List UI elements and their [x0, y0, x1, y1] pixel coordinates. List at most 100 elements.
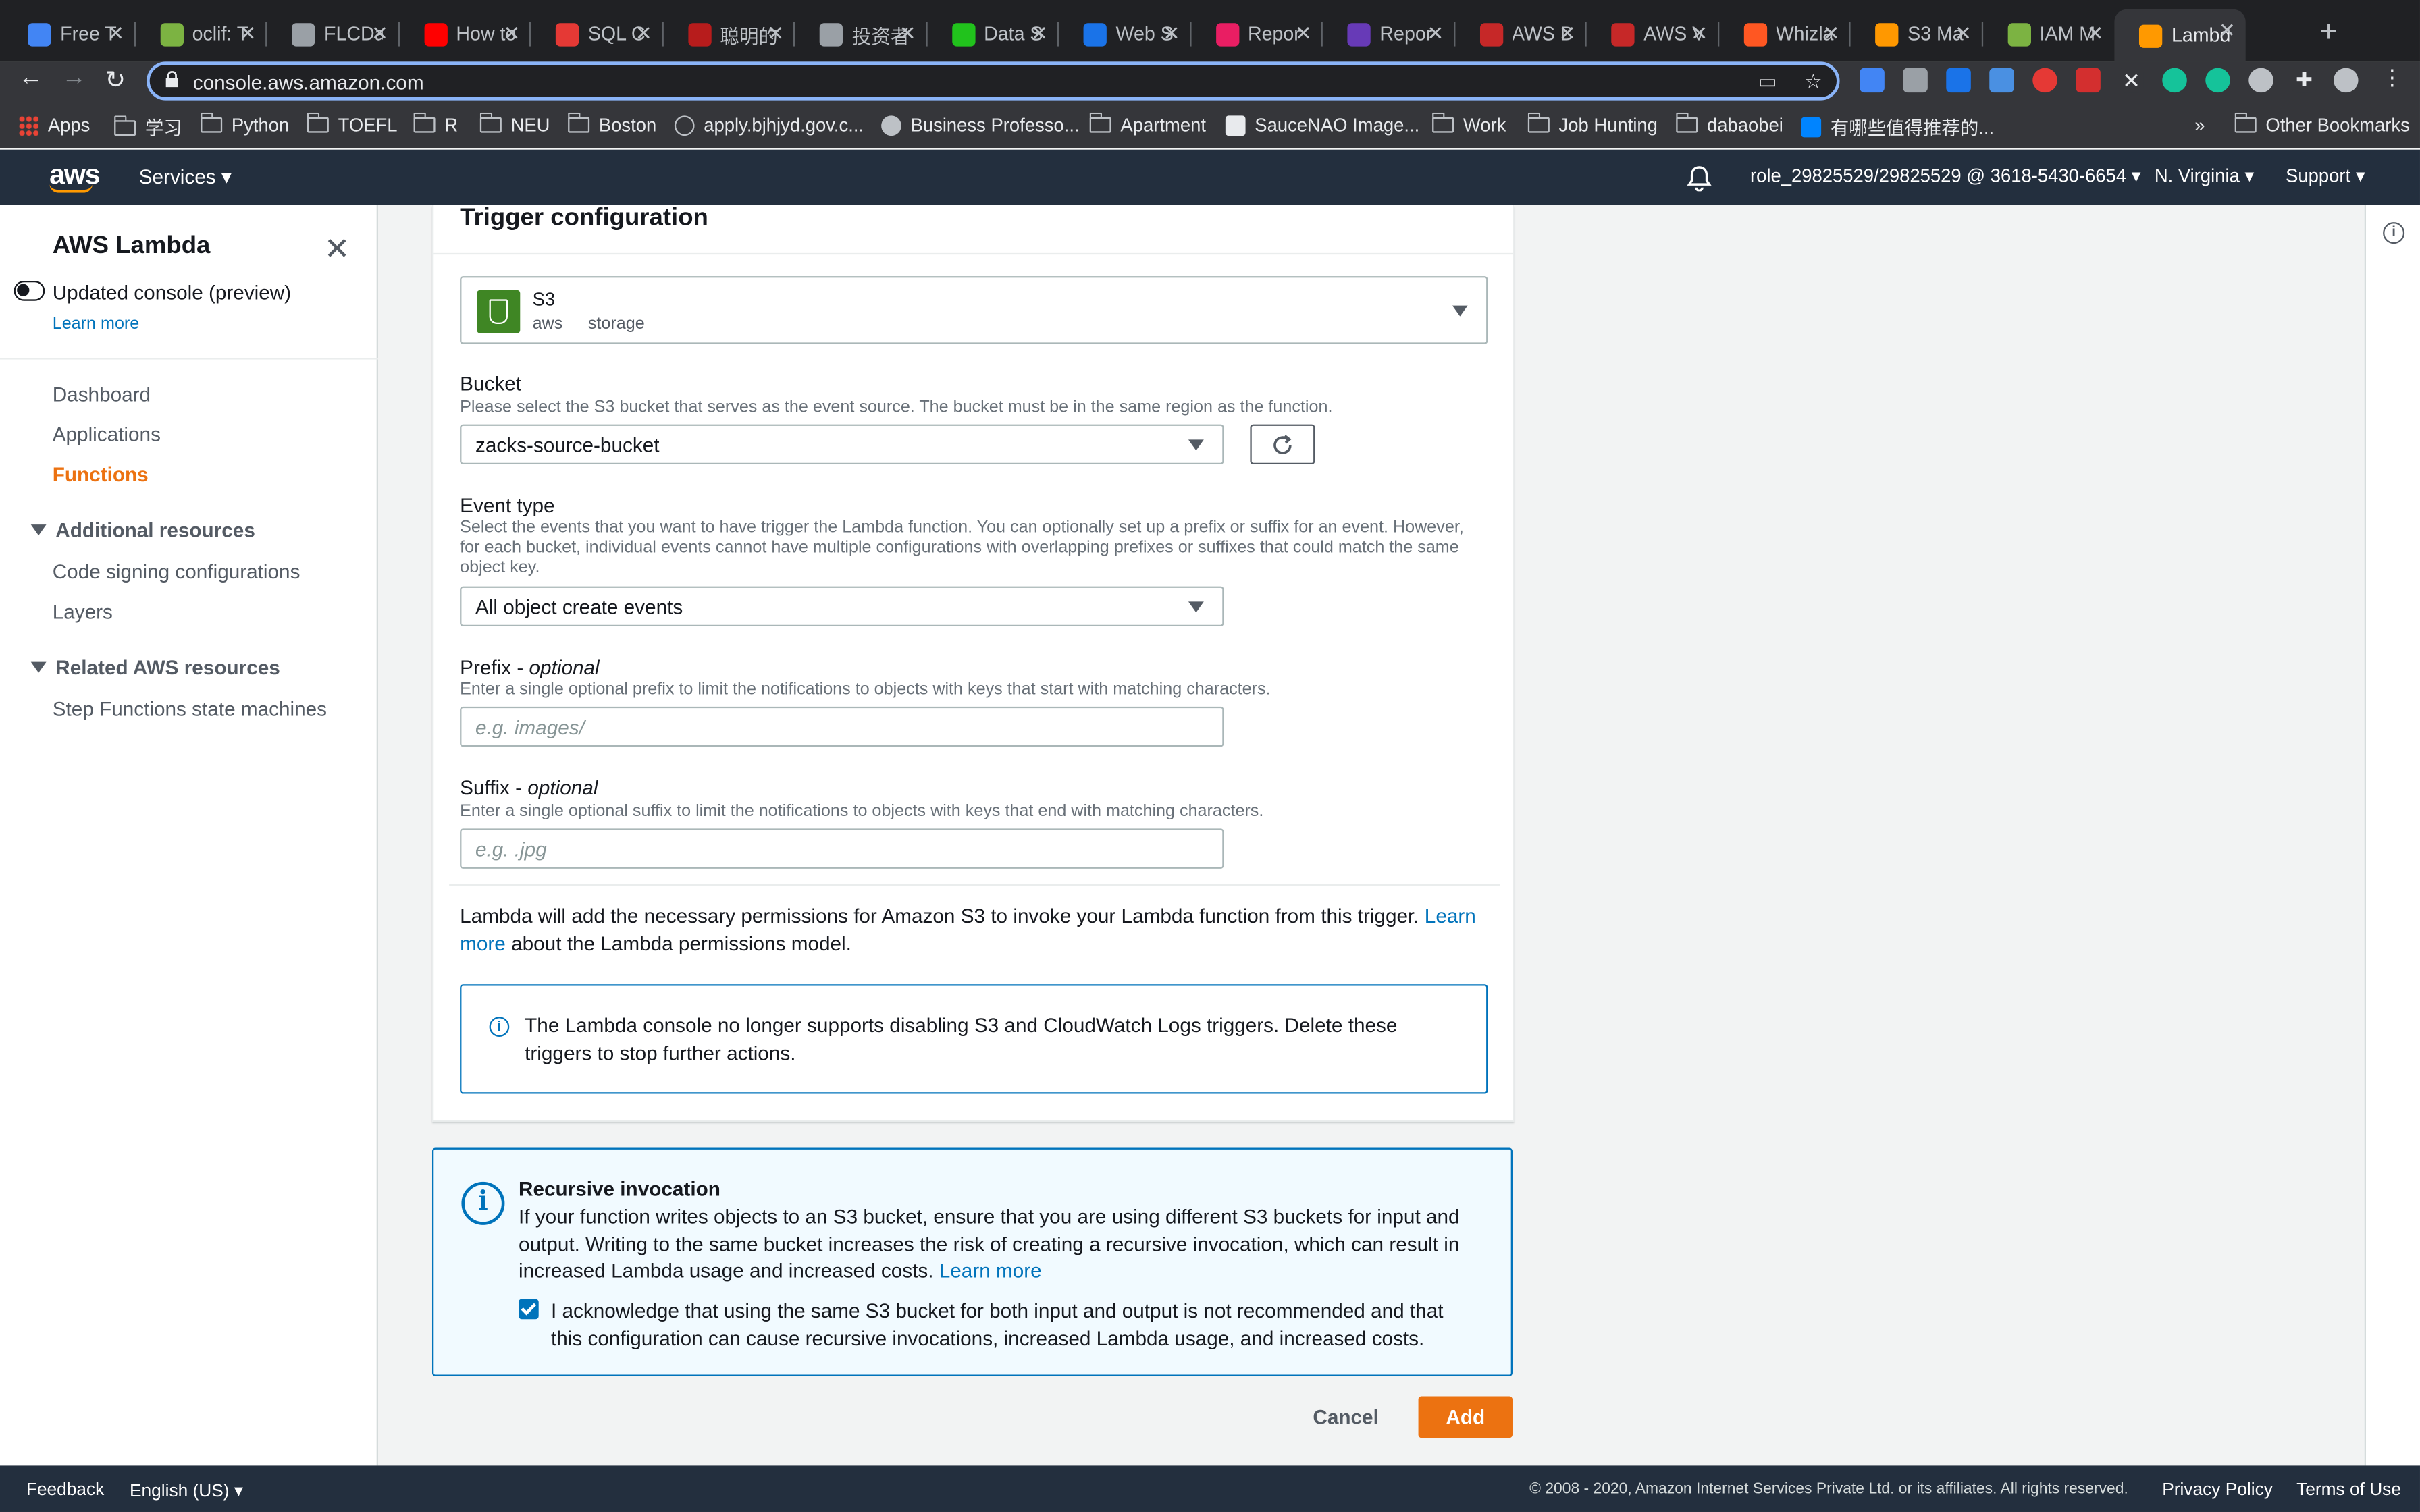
- browser-tab[interactable]: S3 Ma ✕: [1851, 12, 1981, 55]
- browser-tab[interactable]: 投资者 ✕: [795, 12, 925, 55]
- browser-tab[interactable]: Lambd ✕: [2114, 9, 2245, 62]
- prefix-input[interactable]: e.g. images/: [460, 706, 1224, 747]
- refresh-button[interactable]: [1250, 424, 1315, 464]
- acknowledge-checkbox[interactable]: [518, 1299, 539, 1320]
- tab-close-icon[interactable]: ✕: [2086, 22, 2103, 47]
- acknowledge-label[interactable]: I acknowledge that using the same S3 buc…: [551, 1297, 1477, 1351]
- extension-icon[interactable]: [1903, 68, 1928, 93]
- terms-of-use-link[interactable]: Terms of Use: [2296, 1481, 2401, 1499]
- learn-more-link[interactable]: Learn more: [53, 315, 140, 333]
- browser-tab[interactable]: Free T ✕: [3, 12, 134, 55]
- extension-icon[interactable]: [1989, 68, 2014, 93]
- tab-close-icon[interactable]: ✕: [107, 22, 124, 47]
- bookmark-link[interactable]: 有哪些值得推荐的...: [1801, 114, 1994, 140]
- bookmark-apps[interactable]: Apps: [18, 114, 90, 136]
- info-icon[interactable]: i: [2383, 222, 2405, 244]
- extension-icon[interactable]: [2205, 68, 2230, 93]
- cast-icon[interactable]: ▭: [1758, 70, 1777, 94]
- account-menu[interactable]: role_29825529/29825529 @ 3618-5430-6654 …: [1750, 165, 2140, 187]
- preview-toggle[interactable]: [14, 280, 45, 301]
- tab-close-icon[interactable]: ✕: [635, 22, 652, 47]
- extension-icon[interactable]: [2032, 68, 2057, 93]
- browser-tab[interactable]: SQL C ✕: [531, 12, 661, 55]
- sidebar-item-functions[interactable]: Functions: [53, 463, 149, 486]
- other-bookmarks[interactable]: Other Bookmarks: [2234, 112, 2410, 136]
- tab-close-icon[interactable]: ✕: [371, 22, 388, 47]
- sidebar-section-related[interactable]: Related AWS resources: [30, 655, 280, 679]
- bookmark-folder[interactable]: TOEFL: [306, 112, 397, 136]
- support-menu[interactable]: Support ▾: [2286, 165, 2365, 187]
- browser-tab[interactable]: FLCDa ✕: [267, 12, 397, 55]
- tab-close-icon[interactable]: ✕: [1163, 22, 1180, 47]
- tab-close-icon[interactable]: ✕: [1823, 22, 1840, 47]
- address-bar[interactable]: console.aws.amazon.com ▭ ☆: [147, 61, 1840, 101]
- tab-close-icon[interactable]: ✕: [899, 22, 916, 47]
- services-menu[interactable]: Services ▾: [139, 165, 232, 190]
- add-button[interactable]: Add: [1418, 1396, 1512, 1438]
- new-tab-button[interactable]: +: [2319, 16, 2338, 51]
- browser-tab[interactable]: Repor ✕: [1323, 12, 1453, 55]
- tab-close-icon[interactable]: ✕: [239, 22, 256, 47]
- browser-tab[interactable]: IAM M ✕: [1982, 12, 2113, 55]
- tab-close-icon[interactable]: ✕: [1559, 22, 1576, 47]
- avatar[interactable]: [2333, 68, 2359, 93]
- tab-close-icon[interactable]: ✕: [1295, 22, 1312, 47]
- browser-tab[interactable]: Whizla ✕: [1718, 12, 1849, 55]
- sidebar-item-layers[interactable]: Layers: [53, 600, 113, 623]
- puzzle-icon[interactable]: ✚: [2292, 68, 2317, 93]
- bookmark-link[interactable]: SauceNAO Image...: [1225, 114, 1419, 136]
- cancel-button[interactable]: Cancel: [1300, 1397, 1392, 1438]
- back-icon[interactable]: ←: [18, 65, 43, 92]
- event-type-select[interactable]: All object create events: [460, 586, 1224, 626]
- browser-tab[interactable]: AWS D ✕: [1454, 12, 1585, 55]
- bookmark-folder[interactable]: Job Hunting: [1527, 112, 1658, 136]
- language-select[interactable]: English (US) ▾: [130, 1480, 243, 1501]
- privacy-policy-link[interactable]: Privacy Policy: [2162, 1481, 2273, 1499]
- adblock-extension-icon[interactable]: [2076, 68, 2101, 93]
- tab-close-icon[interactable]: ✕: [767, 22, 784, 47]
- browser-tab[interactable]: AWS V ✕: [1587, 12, 1717, 55]
- bookmark-folder[interactable]: Apartment: [1088, 112, 1206, 136]
- tab-close-icon[interactable]: ✕: [1031, 22, 1048, 47]
- region-menu[interactable]: N. Virginia ▾: [2155, 165, 2254, 187]
- bookmark-folder[interactable]: dabaobei: [1675, 112, 1783, 136]
- browser-tab[interactable]: 聪明的 ✕: [663, 12, 793, 55]
- suffix-input[interactable]: e.g. .jpg: [460, 828, 1224, 869]
- reload-icon[interactable]: ↻: [105, 65, 126, 96]
- more-bookmarks-button[interactable]: »: [2194, 114, 2205, 136]
- browser-tab[interactable]: How to ✕: [399, 12, 529, 55]
- browser-tab[interactable]: oclif: T ✕: [135, 12, 265, 55]
- browser-tab[interactable]: Repor ✕: [1190, 12, 1321, 55]
- grammarly-extension-icon[interactable]: [2162, 68, 2187, 93]
- tab-close-icon[interactable]: ✕: [1427, 22, 1444, 47]
- tab-close-icon[interactable]: ✕: [503, 22, 520, 47]
- tab-close-icon[interactable]: ✕: [2219, 18, 2236, 43]
- forward-icon[interactable]: →: [61, 65, 86, 92]
- trigger-select[interactable]: S3 aws storage: [460, 276, 1488, 344]
- sidebar-item-code-signing[interactable]: Code signing configurations: [53, 560, 300, 583]
- browser-tab[interactable]: Web S ✕: [1059, 12, 1189, 55]
- bookmark-link[interactable]: Business Professo...: [881, 114, 1080, 136]
- bookmark-folder[interactable]: 学习: [113, 114, 182, 140]
- bookmark-star-icon[interactable]: ☆: [1804, 70, 1822, 94]
- bookmark-folder[interactable]: Boston: [567, 112, 656, 136]
- tab-close-icon[interactable]: ✕: [1691, 22, 1708, 47]
- extension-icon[interactable]: [2248, 68, 2273, 93]
- bookmark-folder[interactable]: NEU: [479, 112, 550, 136]
- close-icon[interactable]: ✕: [324, 230, 350, 269]
- tab-close-icon[interactable]: ✕: [1955, 22, 1972, 47]
- bookmark-folder[interactable]: Work: [1431, 112, 1506, 136]
- bucket-select[interactable]: zacks-source-bucket: [460, 424, 1224, 464]
- browser-tab[interactable]: Data S ✕: [927, 12, 1057, 55]
- translate-extension-icon[interactable]: [1860, 68, 1885, 93]
- sidebar-section-additional[interactable]: Additional resources: [30, 518, 255, 541]
- close-x-extension-icon[interactable]: ✕: [2119, 68, 2144, 93]
- recursive-learn-more-link[interactable]: Learn more: [939, 1259, 1042, 1282]
- extension-icon[interactable]: [1946, 68, 1971, 93]
- kebab-menu-icon[interactable]: ⋮: [2382, 65, 2403, 91]
- bell-icon[interactable]: [1687, 165, 1712, 192]
- bookmark-link[interactable]: apply.bjhjyd.gov.c...: [674, 114, 864, 136]
- sidebar-item-applications[interactable]: Applications: [53, 423, 161, 446]
- sidebar-item-step-functions[interactable]: Step Functions state machines: [53, 697, 327, 720]
- feedback-link[interactable]: Feedback: [26, 1481, 104, 1499]
